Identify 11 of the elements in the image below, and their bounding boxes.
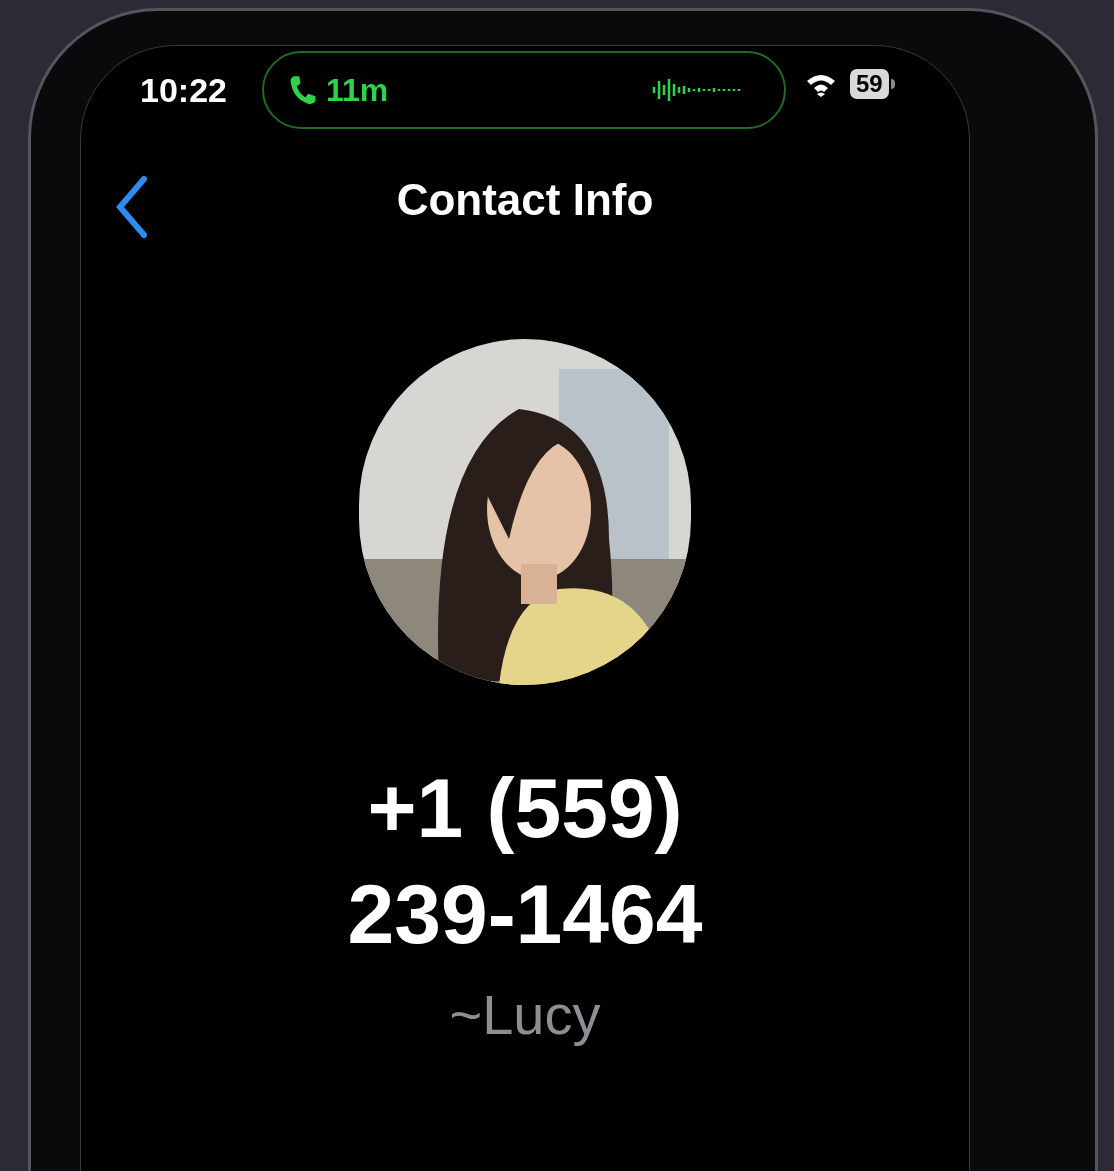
phone-number: +1 (559) 239-1464 xyxy=(346,760,704,963)
wifi-icon xyxy=(806,73,836,97)
battery-tip-icon xyxy=(890,79,895,89)
call-indicator-pill[interactable]: 11m xyxy=(262,51,786,129)
contact-nickname: ~Lucy xyxy=(449,982,601,1048)
status-time: 10:22 xyxy=(140,70,227,111)
call-duration: 11m xyxy=(326,71,389,110)
battery-level: 59 xyxy=(850,69,889,99)
back-chevron-icon[interactable] xyxy=(114,175,148,239)
phone-icon xyxy=(288,73,318,107)
screen-title: Contact Info xyxy=(396,174,654,226)
